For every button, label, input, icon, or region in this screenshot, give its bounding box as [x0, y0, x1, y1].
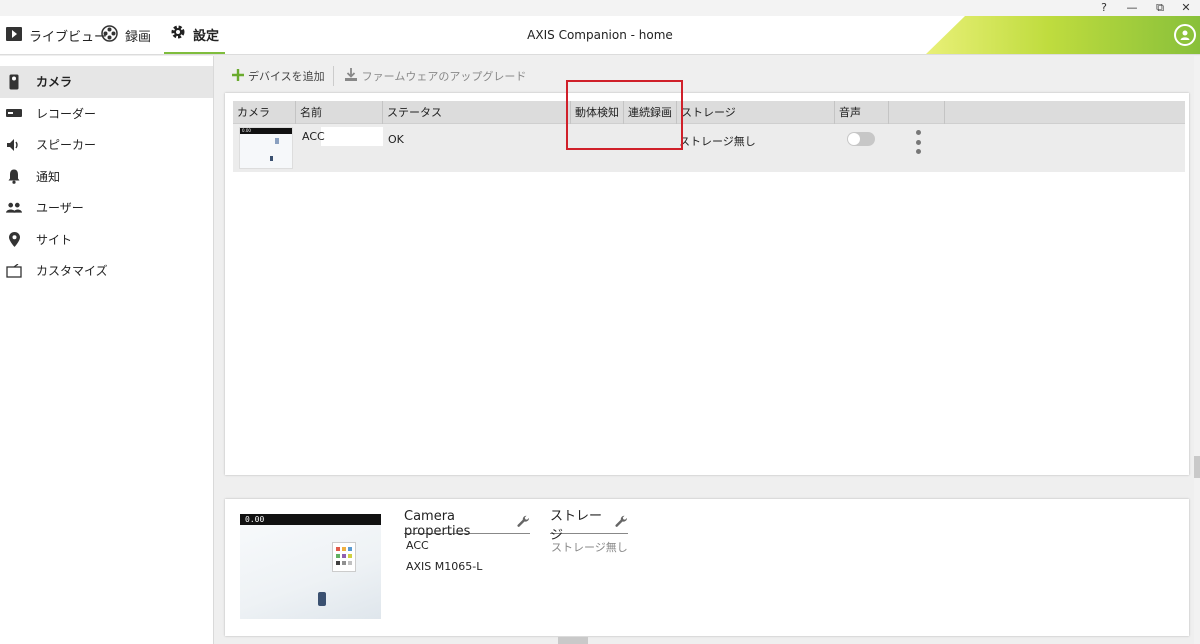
sidebar-item-label: ユーザー: [36, 201, 84, 216]
camera-list-panel: カメラ 名前 ステータス 動体検知 連続録画 ストレージ 音声 0.00 ACC…: [225, 93, 1189, 475]
restore-button[interactable]: ⧉: [1146, 0, 1174, 16]
storage-title: ストレージ: [550, 508, 603, 543]
toolbar-divider: [332, 66, 334, 86]
details-storage-value: ストレージ無し: [551, 541, 628, 554]
add-device-label: デバイスを追加: [248, 70, 325, 83]
camera-status: OK: [388, 133, 404, 146]
camera-thumbnail: 0.00: [239, 127, 293, 169]
sidebar-item-label: カメラ: [36, 75, 73, 90]
preview-timestamp: 0.00: [245, 515, 265, 524]
sidebar-item-label: レコーダー: [36, 106, 97, 121]
table-row[interactable]: 0.00 ACC OK ストレージ無し: [233, 124, 1185, 172]
firmware-upgrade-button[interactable]: ファームウェアのアップグレード: [344, 67, 527, 85]
window-title-bar: ? — ⧉ ✕: [0, 0, 1200, 16]
camera-icon: [6, 74, 22, 90]
sidebar-item-label: 通知: [36, 169, 61, 184]
tab-recordings[interactable]: 録画: [101, 16, 152, 54]
column-header-camera[interactable]: カメラ: [233, 101, 296, 124]
sidebar-item-users[interactable]: ユーザー: [0, 192, 213, 224]
sidebar-item-notifications[interactable]: 通知: [0, 161, 213, 193]
recorder-icon: [6, 105, 22, 121]
camera-properties-header[interactable]: Camera properties: [404, 509, 530, 539]
person-figure: [318, 592, 326, 606]
tab-recordings-label: 録画: [125, 30, 152, 45]
film-reel-icon: [101, 25, 118, 46]
column-header-continuous-recording[interactable]: 連続録画: [624, 101, 677, 124]
sidebar-item-speakers[interactable]: スピーカー: [0, 129, 213, 161]
sidebar-item-recorders[interactable]: レコーダー: [0, 98, 213, 130]
firmware-upgrade-label: ファームウェアのアップグレード: [361, 70, 527, 83]
column-header-audio[interactable]: 音声: [835, 101, 889, 124]
location-pin-icon: [6, 231, 22, 247]
wrench-icon[interactable]: [615, 515, 628, 532]
details-camera-model: AXIS M1065-L: [406, 560, 483, 573]
vertical-scrollbar[interactable]: [1194, 56, 1200, 644]
customize-icon: [6, 263, 22, 279]
sidebar: カメラ レコーダー スピーカー 通知 ユーザー サイト カスタマイズ: [0, 56, 214, 644]
minimize-button[interactable]: —: [1118, 0, 1146, 16]
device-toolbar: デバイスを追加 ファームウェアのアップグレード: [232, 66, 526, 86]
sidebar-item-sites[interactable]: サイト: [0, 224, 213, 256]
user-account-icon[interactable]: [1174, 24, 1196, 46]
storage-header[interactable]: ストレージ: [550, 509, 628, 543]
table-header: カメラ 名前 ステータス 動体検知 連続録画 ストレージ 音声: [233, 101, 1185, 124]
sidebar-item-label: スピーカー: [36, 138, 97, 153]
play-icon: [6, 26, 22, 45]
name-redaction: [321, 127, 383, 146]
wrench-icon[interactable]: [517, 515, 530, 532]
column-header-status[interactable]: ステータス: [383, 101, 571, 124]
sidebar-item-customize[interactable]: カスタマイズ: [0, 255, 213, 287]
sidebar-item-cameras[interactable]: カメラ: [0, 66, 213, 98]
tab-live-view-label: ライブビュー: [29, 30, 108, 45]
app-header: AXIS Companion - home ライブビュー 録画 設定: [0, 16, 1200, 55]
plus-icon: [232, 68, 244, 84]
column-header-actions: [889, 101, 945, 124]
camera-storage: ストレージ無し: [679, 135, 756, 148]
camera-name: ACC: [302, 130, 325, 143]
color-chart: [332, 542, 356, 572]
sidebar-item-label: サイト: [36, 232, 73, 247]
audio-toggle[interactable]: [847, 132, 875, 146]
vertical-scrollbar-thumb[interactable]: [1194, 456, 1200, 478]
add-device-button[interactable]: デバイスを追加: [232, 68, 325, 84]
close-button[interactable]: ✕: [1172, 0, 1200, 16]
details-camera-name: ACC: [406, 539, 429, 552]
brand-accent: [925, 16, 1200, 54]
download-icon: [344, 67, 358, 85]
tab-live-view[interactable]: ライブビュー: [6, 16, 108, 54]
tab-settings[interactable]: 設定: [164, 16, 226, 54]
speaker-icon: [6, 137, 22, 153]
column-header-name[interactable]: 名前: [296, 101, 383, 124]
camera-details-panel: 0.00 Camera properties ACC AXIS M1065-L …: [225, 499, 1189, 636]
more-options-icon[interactable]: [915, 130, 921, 154]
column-header-storage[interactable]: ストレージ: [677, 101, 835, 124]
camera-preview-thumbnail[interactable]: 0.00: [240, 514, 381, 619]
users-icon: [6, 200, 22, 216]
camera-table: カメラ 名前 ステータス 動体検知 連続録画 ストレージ 音声 0.00 ACC…: [233, 101, 1185, 172]
bell-icon: [6, 168, 22, 184]
help-button[interactable]: ?: [1090, 0, 1118, 16]
tab-settings-label: 設定: [193, 28, 220, 44]
column-header-motion-detection[interactable]: 動体検知: [571, 101, 624, 124]
horizontal-scrollbar-thumb[interactable]: [558, 637, 588, 644]
camera-properties-title: Camera properties: [404, 508, 471, 539]
sidebar-item-label: カスタマイズ: [36, 264, 108, 279]
gear-icon: [170, 24, 186, 44]
